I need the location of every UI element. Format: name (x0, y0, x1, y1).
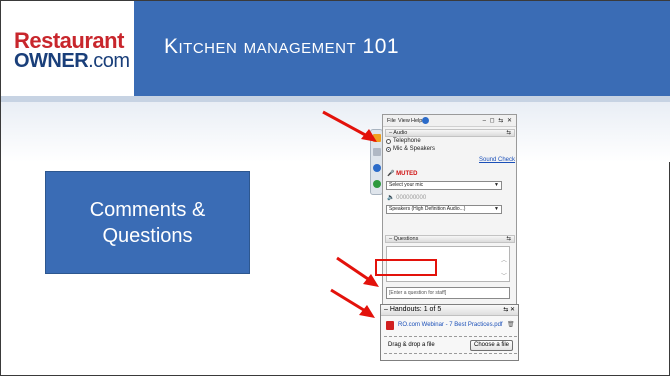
handouts-title: – Handouts: 1 of 5 (384, 306, 442, 313)
audio-section-header[interactable]: – Audio ⇆ (385, 129, 515, 137)
comments-questions-box: Comments & Questions (45, 171, 250, 274)
mic-muted-icon[interactable]: 🎤 (387, 171, 394, 177)
questions-highlight-box (375, 259, 437, 276)
mic-select-dropdown[interactable]: Select your mic ▼ (386, 181, 502, 190)
telephone-radio[interactable] (386, 139, 391, 144)
webinar-control-panel: File View Help – ◻ ⇆ ✕ – Audio ⇆ Telepho… (382, 114, 517, 307)
logo: Restaurant OWNER.com (1, 1, 134, 96)
scroll-up-icon[interactable]: ︿ (501, 255, 507, 264)
question-input[interactable]: [Enter a question for staff] (386, 287, 510, 299)
handout-file-link[interactable]: RO.com Webinar - 7 Best Practices.pdf (398, 322, 503, 329)
logo-owner-text: OWNER.com (14, 50, 130, 72)
title-bar: Kitchen management 101 (134, 1, 670, 96)
slide-title: Kitchen management 101 (164, 35, 400, 58)
menu-view[interactable]: View (398, 118, 410, 124)
speakers-select-dropdown[interactable]: Speakers (High Definition Audio...) ▼ (386, 205, 502, 214)
globe-icon[interactable] (373, 164, 381, 172)
popout-icon[interactable]: ⇆ (506, 236, 511, 243)
sound-check-link[interactable]: Sound Check (479, 157, 515, 164)
slide: Restaurant OWNER.com Kitchen management … (0, 0, 670, 376)
arrow-icon (330, 288, 375, 318)
questions-section-label: – Questions (389, 236, 419, 242)
handouts-header[interactable]: – Handouts: 1 of 5 ⇆ ✕ (381, 305, 518, 316)
questions-section-header[interactable]: – Questions ⇆ (385, 235, 515, 243)
comments-box-line1: Comments & (89, 198, 206, 221)
panel-menu-bar: File View Help – ◻ ⇆ ✕ (383, 115, 516, 127)
scroll-down-icon[interactable]: ﹀ (501, 271, 507, 280)
trash-icon[interactable]: 🗑 (507, 322, 515, 329)
drag-drop-area[interactable]: Drag & drop a file Choose a file (384, 336, 517, 354)
chevron-down-icon: ▼ (494, 182, 499, 188)
speaker-icon: 🔈 (387, 195, 395, 201)
mic-speakers-label: Mic & Speakers (393, 146, 436, 152)
window-buttons[interactable]: – ◻ ⇆ ✕ (483, 117, 513, 124)
choose-file-button[interactable]: Choose a file (470, 340, 513, 351)
popout-icon[interactable]: ⇆ (506, 130, 511, 137)
menu-file[interactable]: File (387, 118, 396, 124)
comments-box-line2: Questions (102, 224, 193, 247)
pdf-icon (386, 321, 394, 330)
arrow-icon (336, 256, 379, 287)
muted-status: 🎤 MUTED (387, 171, 418, 177)
drag-drop-text: Drag & drop a file (388, 342, 435, 348)
speaker-level: 🔈 000000000 (387, 195, 427, 201)
audio-section-label: – Audio (389, 130, 408, 136)
screen-icon[interactable] (373, 148, 381, 156)
mic-speakers-radio[interactable] (386, 147, 391, 152)
help-icon[interactable] (422, 117, 429, 124)
chevron-down-icon: ▼ (494, 206, 499, 212)
arrow-icon (322, 110, 377, 142)
popout-close-icon[interactable]: ⇆ ✕ (503, 305, 515, 315)
handouts-panel: – Handouts: 1 of 5 ⇆ ✕ RO.com Webinar - … (380, 304, 519, 361)
menu-help[interactable]: Help (411, 118, 422, 124)
telephone-label: Telephone (393, 138, 421, 144)
settings-icon[interactable] (373, 180, 381, 188)
